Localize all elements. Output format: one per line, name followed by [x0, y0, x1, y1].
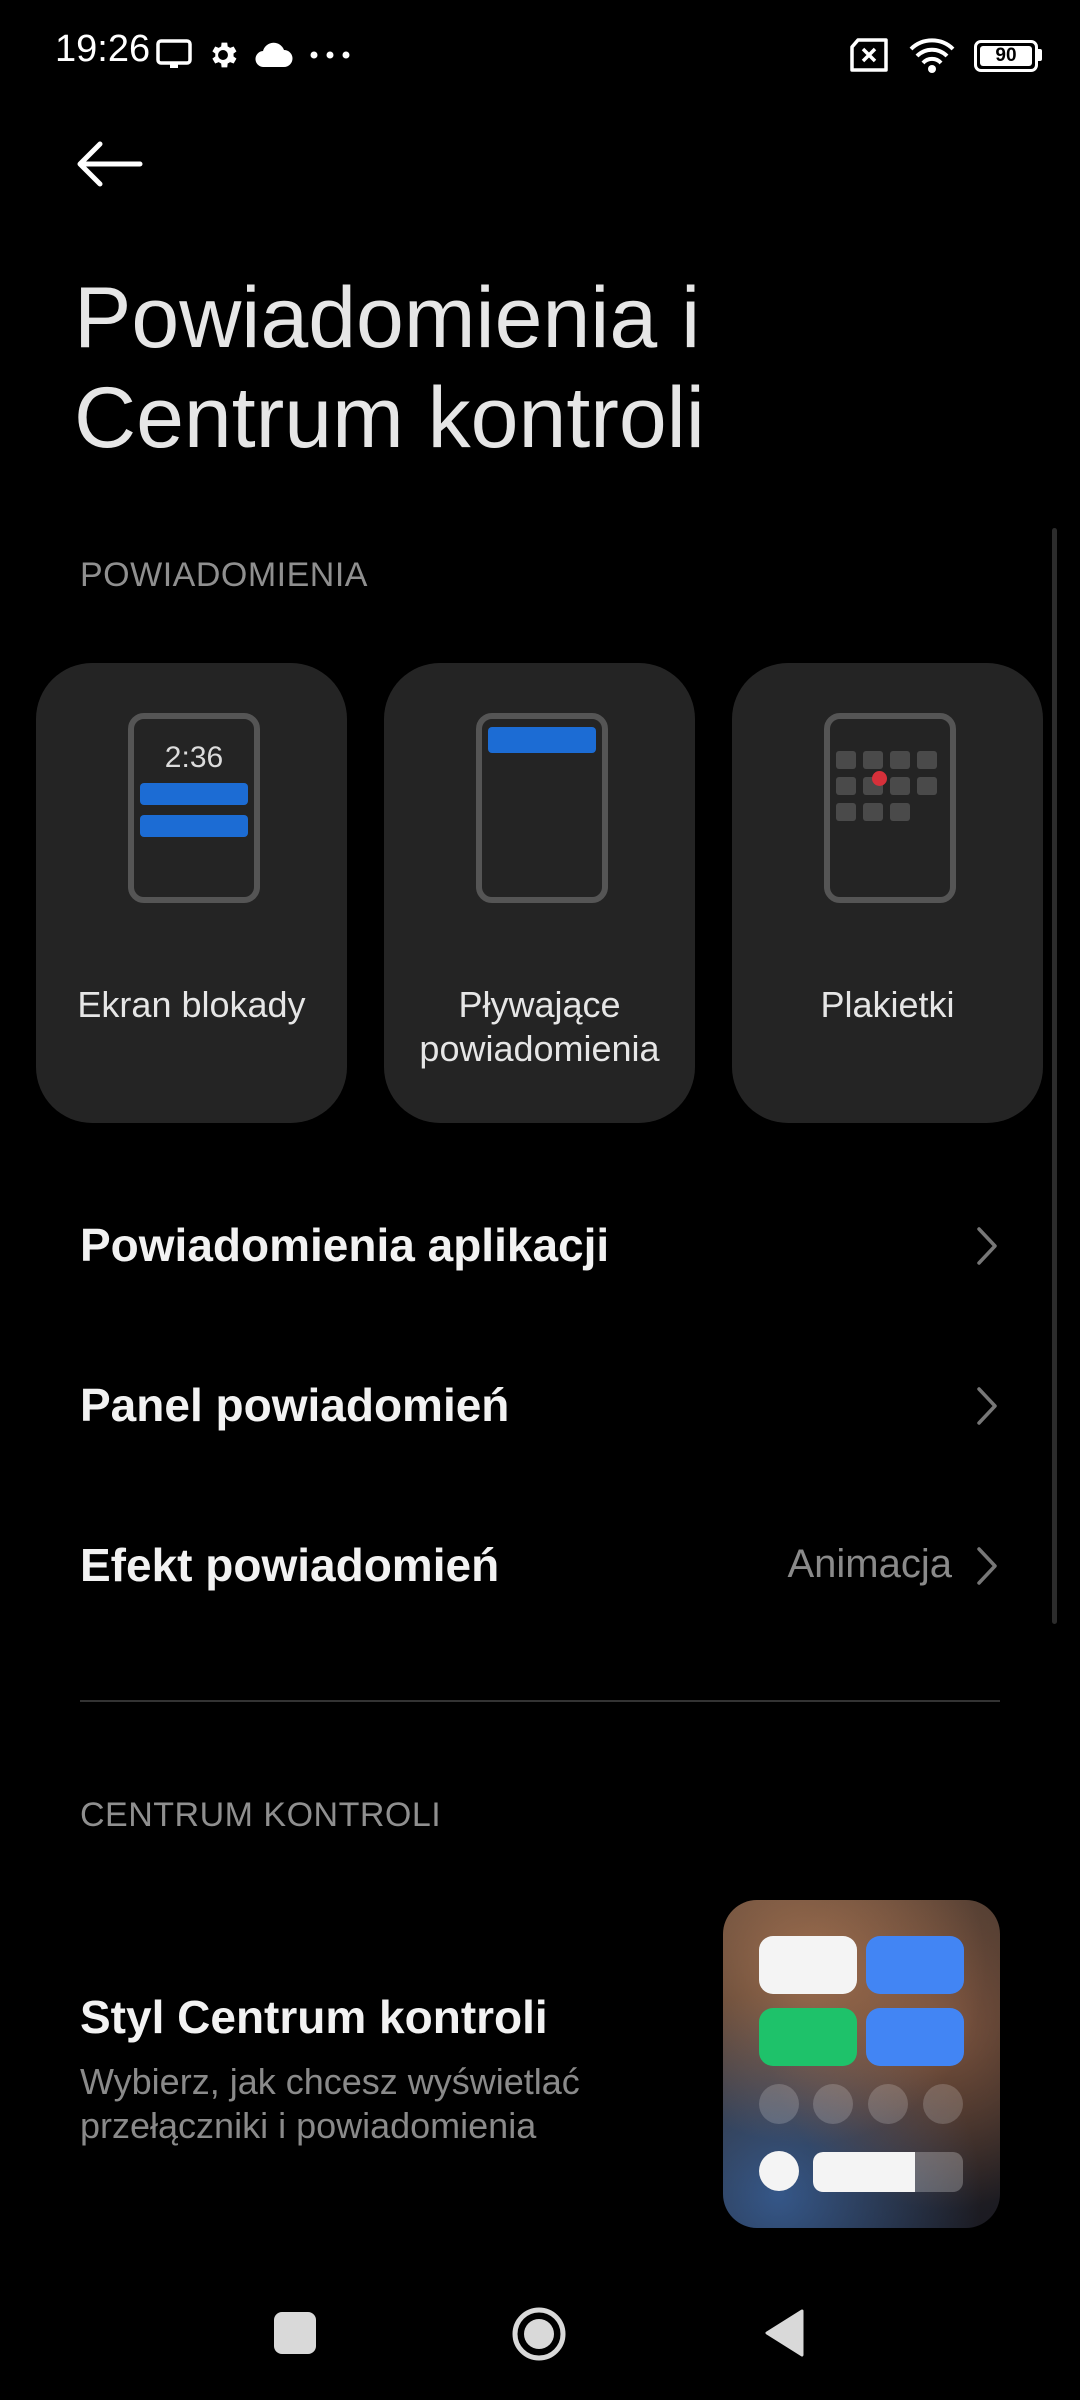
- home-circle-icon: [512, 2307, 566, 2361]
- gear-icon: [212, 42, 237, 68]
- preview-tile: [866, 1936, 964, 1994]
- card-floating-notifications[interactable]: Pływające powiadomienia: [384, 663, 695, 1123]
- preview-notification-bar: [140, 815, 248, 837]
- row-subtitle: Wybierz, jak chcesz wyświetlać przełączn…: [80, 2060, 580, 2148]
- arrow-left-icon: [77, 141, 143, 187]
- screen-icon: [156, 39, 192, 68]
- recents-button[interactable]: [274, 2312, 316, 2354]
- section-divider: [80, 1700, 1000, 1702]
- control-center-preview-image: [723, 1900, 1000, 2228]
- back-button[interactable]: [74, 138, 144, 190]
- preview-app-cell: [890, 751, 910, 769]
- preview-tile: [759, 1936, 857, 1994]
- preview-tile: [759, 2008, 857, 2066]
- chevron-right-icon: [977, 1387, 997, 1425]
- preview-app-cell: [863, 803, 883, 821]
- no-sim-icon: [850, 38, 888, 72]
- preview-brightness-slider: [813, 2152, 963, 2192]
- card-label-lock-screen: Ekran blokady: [77, 984, 306, 1025]
- row-app-notifications[interactable]: Powiadomienia aplikacji: [0, 1180, 1080, 1310]
- page-title-line1: Powiadomienia i: [74, 270, 701, 366]
- badges-preview-icon: [824, 713, 956, 903]
- card-label-floating-line2: powiadomienia: [419, 1028, 660, 1069]
- row-subtitle-line2: przełączniki i powiadomienia: [80, 2105, 537, 2146]
- preview-toggle: [813, 2084, 853, 2124]
- preview-floating-bar: [488, 727, 596, 753]
- more-icon: [310, 51, 350, 59]
- status-time: 19:26: [55, 28, 151, 70]
- floating-notification-preview-icon: [476, 713, 608, 903]
- preview-app-cell: [917, 777, 937, 795]
- section-header-control-center: CENTRUM KONTROLI: [80, 1796, 442, 1834]
- chevron-right-icon: [977, 1547, 997, 1585]
- preview-toggle: [923, 2084, 963, 2124]
- preview-app-cell: [836, 777, 856, 795]
- section-header-notifications: POWIADOMIENIA: [80, 556, 368, 594]
- preview-brightness-icon: [759, 2151, 799, 2191]
- triangle-back-icon: [765, 2309, 804, 2357]
- home-button[interactable]: [511, 2306, 567, 2362]
- preview-toggle: [868, 2084, 908, 2124]
- row-label: Efekt powiadomień: [80, 1539, 500, 1591]
- back-nav-button[interactable]: [762, 2308, 806, 2358]
- battery-level: 90: [980, 46, 1032, 66]
- wifi-icon: [909, 38, 955, 73]
- card-badges[interactable]: Plakietki: [732, 663, 1043, 1123]
- preview-app-cell: [863, 751, 883, 769]
- preview-brightness-fill: [813, 2152, 915, 2192]
- preview-time: 2:36: [164, 741, 224, 774]
- page-title: Powiadomienia i Centrum kontroli: [74, 268, 705, 468]
- card-label-badges: Plakietki: [820, 984, 955, 1025]
- preview-app-cell: [836, 751, 856, 769]
- preview-tile: [866, 2008, 964, 2066]
- row-label: Powiadomienia aplikacji: [80, 1219, 610, 1271]
- row-label: Styl Centrum kontroli: [80, 1991, 548, 2043]
- preview-toggle: [759, 2084, 799, 2124]
- row-subtitle-line1: Wybierz, jak chcesz wyświetlać: [80, 2061, 580, 2102]
- row-label: Panel powiadomień: [80, 1379, 510, 1431]
- card-label-floating-line1: Pływające: [458, 984, 621, 1025]
- preview-app-cell: [836, 803, 856, 821]
- lock-screen-preview-icon: 2:36: [128, 713, 260, 903]
- navigation-bar: [0, 2280, 1080, 2400]
- preview-app-cell: [890, 777, 910, 795]
- row-notification-shade[interactable]: Panel powiadomień: [0, 1340, 1080, 1470]
- badge-dot: [872, 771, 887, 786]
- page-title-line2: Centrum kontroli: [74, 370, 705, 466]
- preview-notification-bar: [140, 783, 248, 805]
- row-value: Animacja: [787, 1542, 952, 1586]
- cloud-icon: [255, 42, 293, 68]
- status-icons-left: [156, 30, 352, 80]
- battery-icon: 90: [974, 40, 1042, 72]
- chevron-right-icon: [977, 1227, 997, 1265]
- preview-app-cell: [890, 803, 910, 821]
- status-icons-right: 90: [848, 30, 1042, 80]
- card-label-floating: Pływające powiadomienia: [384, 983, 695, 1071]
- row-notification-effect[interactable]: Efekt powiadomień Animacja: [0, 1500, 1080, 1630]
- scrollbar[interactable]: [1052, 528, 1057, 1624]
- card-lock-screen[interactable]: 2:36 Ekran blokady: [36, 663, 347, 1123]
- preview-app-cell: [917, 751, 937, 769]
